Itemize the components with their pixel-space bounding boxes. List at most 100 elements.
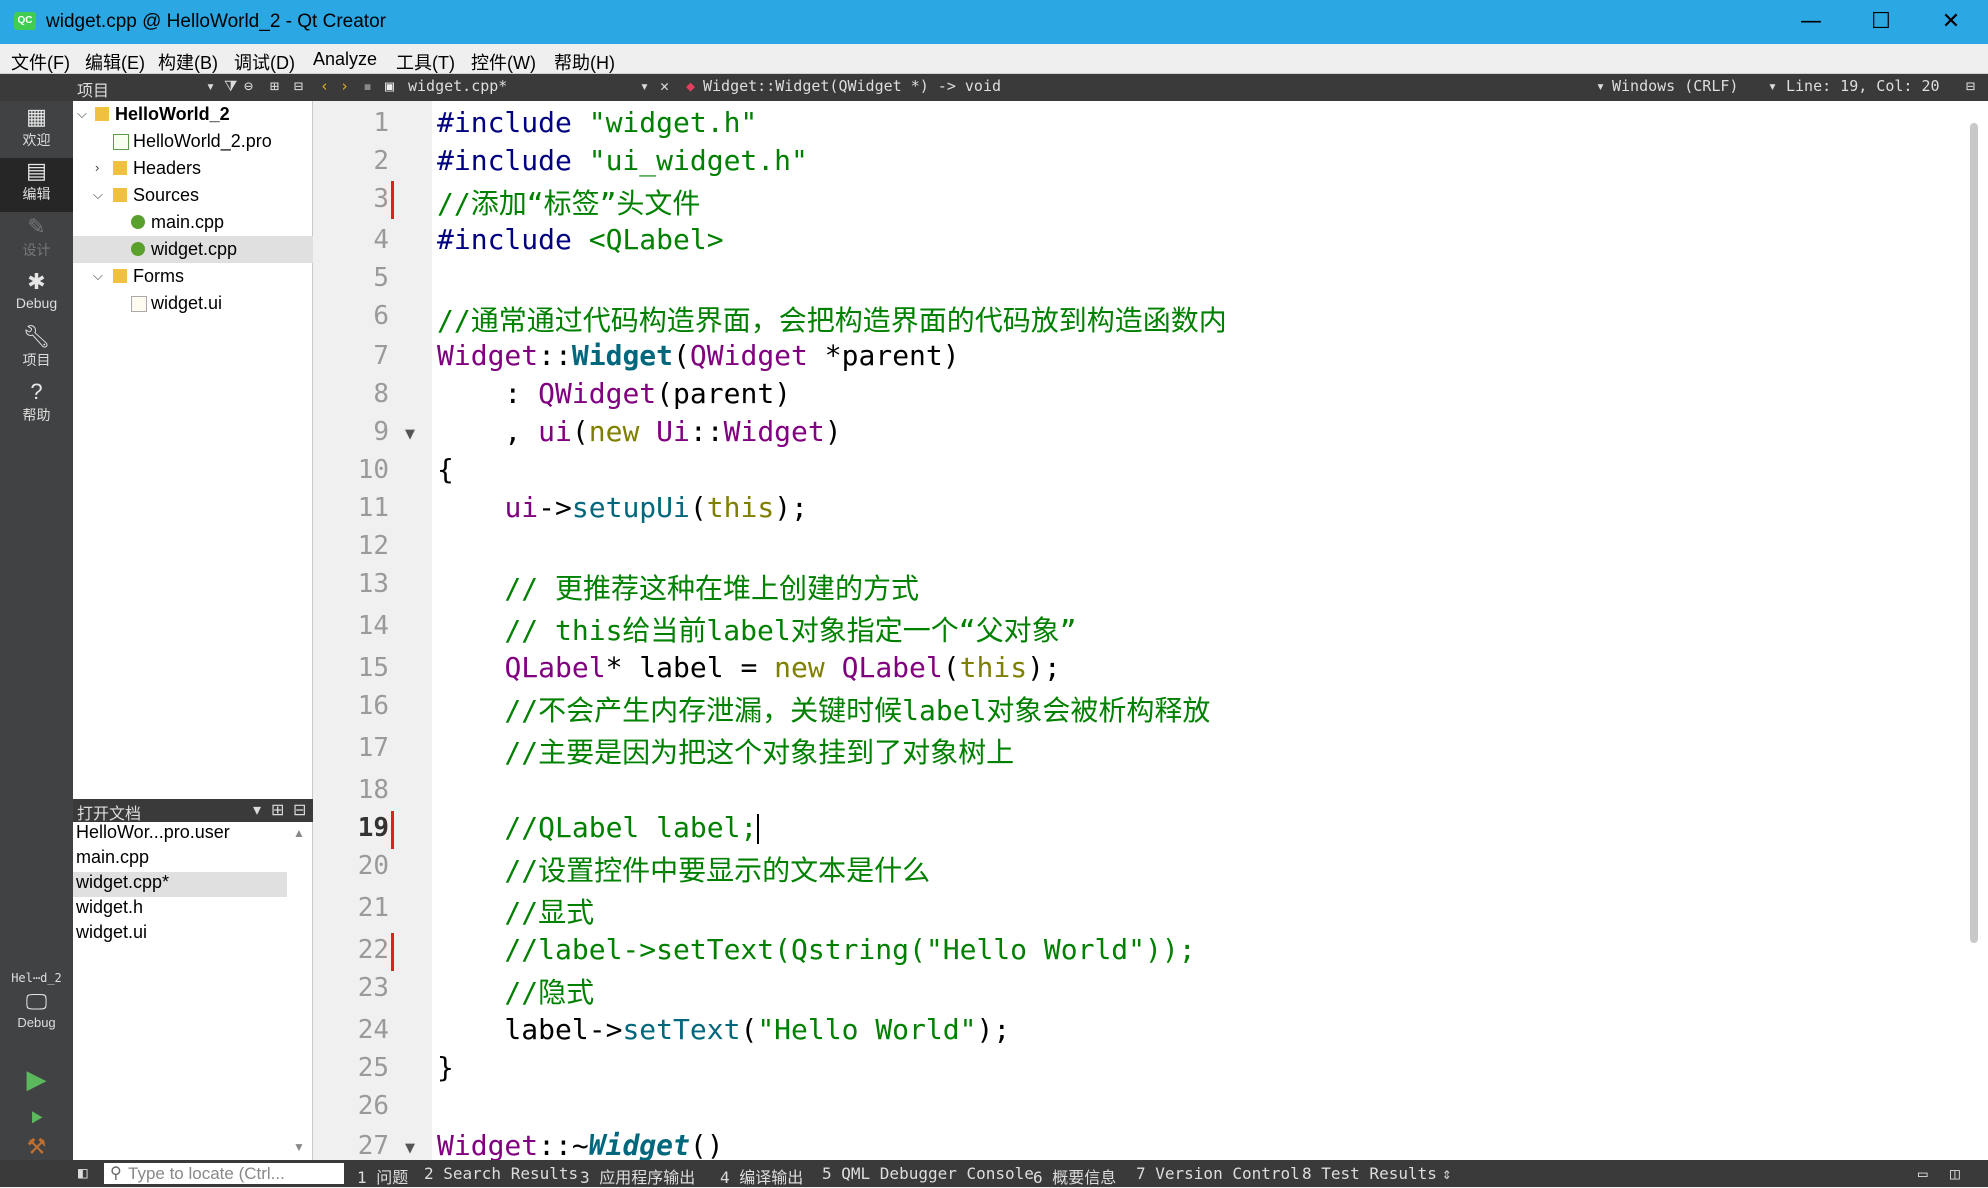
menu-widgets[interactable]: 控件(W) <box>471 49 536 75</box>
bug-icon: ✱ <box>27 269 46 294</box>
chevron-down-icon[interactable]: ⌵ <box>93 268 103 284</box>
mode-projects[interactable]: 🔧︎ 项目 <box>0 324 73 378</box>
wrench-icon: 🔧︎ <box>22 324 51 349</box>
tree-item-widget-cpp[interactable]: widget.cpp <box>73 236 313 263</box>
open-documents-title[interactable]: 打开文档 <box>77 800 141 824</box>
tab-issues[interactable]: 1 问题 <box>357 1164 408 1188</box>
menu-build[interactable]: 构建(B) <box>158 49 218 75</box>
function-selector[interactable]: Widget::Widget(QWidget *) -> void <box>703 77 1001 95</box>
close-file-icon[interactable]: ✕ <box>660 77 669 95</box>
tab-version-control[interactable]: 7 Version Control <box>1136 1164 1300 1183</box>
mode-design[interactable]: ✎ 设计 <box>0 214 73 268</box>
close-panel-icon[interactable]: ⊟ <box>293 800 306 820</box>
menu-edit[interactable]: 编辑(E) <box>85 49 145 75</box>
code-line: } <box>437 1051 454 1084</box>
code-line: ui->setupUi(this); <box>437 491 807 524</box>
fold-marker-icon[interactable]: ▼ <box>405 1141 415 1156</box>
forward-icon[interactable]: › <box>340 77 349 95</box>
chevron-down-icon[interactable]: ⌵ <box>77 106 87 122</box>
minimize-button[interactable]: — <box>1776 0 1846 44</box>
close-button[interactable]: ✕ <box>1916 0 1986 44</box>
code-token: new <box>588 415 640 448</box>
change-marker <box>391 811 394 849</box>
code-token: QWidget <box>689 339 808 372</box>
vertical-scrollbar[interactable] <box>1970 123 1978 943</box>
debug-run-button[interactable]: ⯈ <box>0 1106 73 1136</box>
line-ending-dropdown-icon[interactable]: ▾ <box>1768 77 1777 95</box>
tree-item-headers[interactable]: › Headers <box>73 155 313 182</box>
tab-search-results[interactable]: 2 Search Results <box>424 1164 578 1183</box>
mode-label: 设计 <box>22 242 51 258</box>
progress-icon[interactable]: ▭ <box>1918 1164 1928 1183</box>
cursor-position[interactable]: Line: 19, Col: 20 <box>1786 77 1940 95</box>
notification-icon[interactable]: ◫ <box>1950 1164 1960 1183</box>
code-line: #include <QLabel> <box>437 223 724 256</box>
open-doc-item[interactable]: widget.ui <box>73 922 287 947</box>
tree-item-widget-ui[interactable]: widget.ui <box>73 290 313 317</box>
code-token: setText <box>622 1013 741 1046</box>
ui-file-icon <box>131 296 147 312</box>
back-icon[interactable]: ‹ <box>320 77 329 95</box>
file-tab[interactable]: widget.cpp* <box>408 77 507 95</box>
tree-item-label: Forms <box>133 266 184 286</box>
mode-help[interactable]: ? 帮助 <box>0 379 73 433</box>
fold-marker-icon[interactable]: ▼ <box>405 427 415 442</box>
menu-analyze[interactable]: Analyze <box>313 49 377 70</box>
file-dropdown-icon[interactable]: ▾ <box>640 77 649 95</box>
line-number: 16 <box>357 691 389 721</box>
code-token: ); <box>976 1013 1011 1046</box>
run-button[interactable]: ▶ <box>0 1066 73 1106</box>
link-icon[interactable]: ⊖ <box>244 77 253 95</box>
tab-general-messages[interactable]: 6 概要信息 <box>1033 1164 1116 1188</box>
search-icon: ⚲ <box>110 1163 122 1182</box>
chevron-right-icon[interactable]: › <box>95 160 99 175</box>
mode-debug[interactable]: ✱ Debug <box>0 269 73 323</box>
menu-tools[interactable]: 工具(T) <box>396 49 455 75</box>
open-doc-item[interactable]: widget.cpp* <box>73 872 287 897</box>
split-icon[interactable]: ⊞ <box>271 800 284 820</box>
menu-debug[interactable]: 调试(D) <box>234 49 295 75</box>
tree-item-main-cpp[interactable]: main.cpp <box>73 209 313 236</box>
menu-file[interactable]: 文件(F) <box>11 49 70 75</box>
scroll-down-icon[interactable]: ▼ <box>293 1140 305 1154</box>
menu-help[interactable]: 帮助(H) <box>554 49 615 75</box>
filter-icon[interactable]: ⧩ <box>224 77 237 95</box>
mode-edit[interactable]: ▤ 编辑 <box>0 158 73 212</box>
change-marker <box>391 933 394 971</box>
split-editor-icon[interactable]: ⊟ <box>1966 77 1975 95</box>
tab-compile-output[interactable]: 4 编译输出 <box>720 1164 803 1188</box>
more-tabs-icon[interactable]: ⇕ <box>1442 1164 1452 1183</box>
line-number: 9 <box>373 417 389 447</box>
code-editor[interactable]: 1 2 3 4 5 6 7 8 9 10 11 12 13 14 15 16 1… <box>313 101 1988 1162</box>
tree-item-project[interactable]: ⌵ HelloWorld_2 <box>73 101 313 128</box>
split-icon[interactable]: ⊞ <box>270 77 279 95</box>
kit-selector[interactable]: Hel⋯d_2 🖵︎ Debug <box>0 971 73 1051</box>
locator-input[interactable]: Type to locate (Ctrl... <box>104 1163 344 1184</box>
tree-item-sources[interactable]: ⌵ Sources <box>73 182 313 209</box>
dropdown-icon[interactable]: ▾ <box>253 800 261 820</box>
open-doc-item[interactable]: main.cpp <box>73 847 287 872</box>
line-number: 24 <box>357 1015 389 1045</box>
open-doc-item[interactable]: HelloWor...pro.user <box>73 822 287 847</box>
tab-qml-debugger-console[interactable]: 5 QML Debugger Console <box>822 1164 1034 1183</box>
line-ending-selector[interactable]: Windows (CRLF) <box>1612 77 1738 95</box>
chevron-down-icon[interactable]: ⌵ <box>93 187 103 203</box>
cpp-file-icon <box>131 242 145 256</box>
build-button[interactable]: ⚒ <box>0 1136 73 1160</box>
scroll-up-icon[interactable]: ▲ <box>293 826 305 840</box>
code-line: //设置控件中要显示的文本是什么 <box>437 854 931 887</box>
code-token: setupUi <box>571 491 690 524</box>
tab-application-output[interactable]: 3 应用程序输出 <box>580 1164 695 1188</box>
tree-item-pro-file[interactable]: HelloWorld_2.pro <box>73 128 313 155</box>
maximize-button[interactable]: ☐ <box>1846 0 1916 44</box>
encoding-dropdown-icon[interactable]: ▾ <box>1596 77 1605 95</box>
close-panel-icon[interactable]: ⊟ <box>294 77 303 95</box>
panel-dropdown-icon[interactable]: ▾ <box>206 77 215 95</box>
tab-test-results[interactable]: 8 Test Results <box>1302 1164 1437 1183</box>
mode-welcome[interactable]: ▦ 欢迎 <box>0 104 73 158</box>
open-doc-item[interactable]: widget.h <box>73 897 287 922</box>
tree-item-forms[interactable]: ⌵ Forms <box>73 263 313 290</box>
project-panel-title[interactable]: 项目 <box>77 77 109 101</box>
toggle-sidebar-icon[interactable]: ◧ <box>78 1163 88 1182</box>
